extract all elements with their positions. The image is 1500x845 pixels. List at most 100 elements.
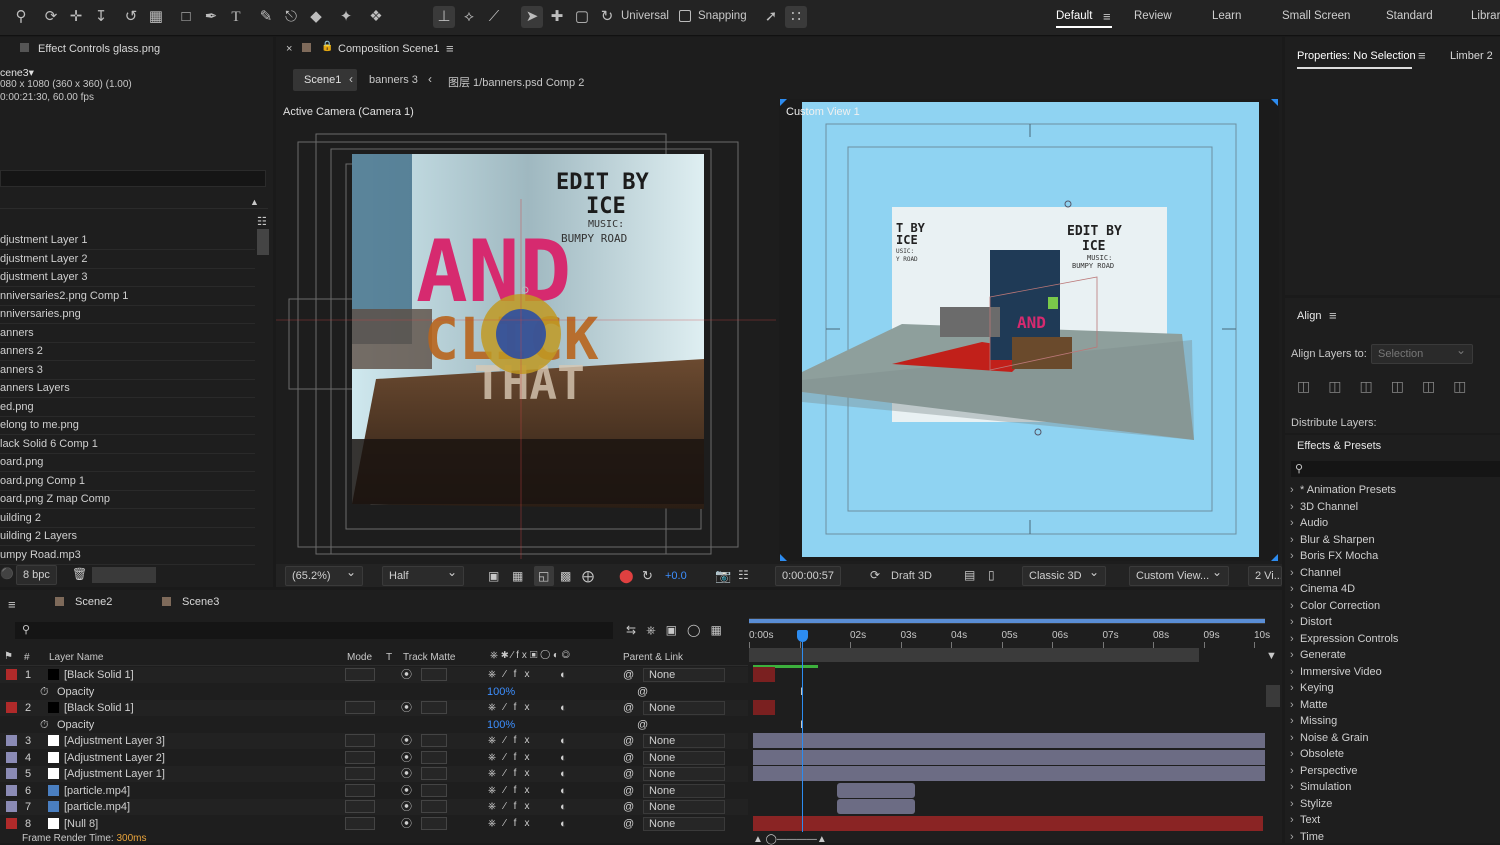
motion-blur-icon[interactable]: ◐ bbox=[560, 766, 567, 782]
pickwhip-icon[interactable]: @ bbox=[623, 783, 634, 799]
tab-scene2[interactable]: Scene2 bbox=[75, 596, 112, 608]
workspace-default[interactable]: Default bbox=[1056, 10, 1092, 22]
track-matte-dropdown[interactable] bbox=[421, 767, 447, 780]
effects-category[interactable]: › Noise & Grain bbox=[1290, 730, 1368, 746]
layer-switches[interactable]: ⎈∕fx bbox=[488, 700, 537, 716]
expression-pickwhip-icon[interactable]: @ bbox=[637, 684, 648, 700]
pickwhip-icon[interactable]: @ bbox=[623, 766, 634, 782]
effects-category[interactable]: › Missing bbox=[1290, 713, 1337, 729]
motion-blur-icon[interactable]: ◐ bbox=[560, 799, 567, 815]
workspace-libraries[interactable]: Librar bbox=[1471, 10, 1500, 22]
reset-exposure-icon[interactable]: ↻ bbox=[642, 568, 653, 584]
stopwatch-icon[interactable]: ⏱ bbox=[40, 717, 49, 733]
workspace-standard[interactable]: Standard bbox=[1386, 10, 1433, 22]
timecode-display[interactable]: 0:00:00:57 bbox=[775, 566, 841, 586]
workspace-learn[interactable]: Learn bbox=[1212, 10, 1241, 22]
project-item[interactable]: uilding 2 bbox=[0, 510, 255, 528]
property-row[interactable]: ⏱ Opacity 100% @ bbox=[0, 684, 748, 700]
limber-tab[interactable]: Limber 2 bbox=[1450, 50, 1493, 62]
track-matte-dropdown[interactable] bbox=[421, 783, 447, 797]
effects-category[interactable]: › Stylize bbox=[1290, 796, 1332, 812]
flowchart-icon[interactable]: ☷ bbox=[257, 215, 267, 228]
label-color-swatch[interactable] bbox=[6, 702, 17, 713]
channel-rgb-icon[interactable]: ⬤ bbox=[619, 568, 634, 584]
align-vcenter-icon[interactable]: ◫ bbox=[1422, 378, 1453, 394]
effects-category[interactable]: › Channel bbox=[1290, 565, 1341, 581]
layer-name[interactable]: [Adjustment Layer 3] bbox=[64, 733, 165, 749]
draft-3d-toggle-icon[interactable]: ⎈ bbox=[646, 623, 666, 637]
effects-category[interactable]: › * Animation Presets bbox=[1290, 482, 1396, 498]
layer-duration-bar[interactable] bbox=[753, 766, 1265, 781]
dolly-tool-icon[interactable]: ↧ bbox=[90, 6, 112, 28]
breadcrumb-scene1[interactable]: Scene1 bbox=[304, 74, 341, 86]
pickwhip-icon[interactable]: @ bbox=[623, 733, 634, 749]
project-item[interactable]: elong to me.png bbox=[0, 417, 255, 435]
align-bottom-icon[interactable]: ◫ bbox=[1453, 378, 1484, 394]
effects-category[interactable]: › Obsolete bbox=[1290, 746, 1344, 762]
world-axis-mode-icon[interactable]: ⟡ bbox=[458, 6, 480, 28]
align-top-icon[interactable]: ◫ bbox=[1391, 378, 1422, 394]
track-matte-dropdown[interactable] bbox=[421, 800, 447, 813]
timeline-zoom-slider[interactable]: ▲ ◯————▲ bbox=[753, 834, 827, 845]
project-item[interactable]: anners 3 bbox=[0, 362, 255, 380]
workspace-small-screen[interactable]: Small Screen bbox=[1282, 10, 1350, 22]
track-matte-icon[interactable]: ⦿ bbox=[401, 783, 412, 799]
layer-name[interactable]: [Black Solid 1] bbox=[64, 667, 134, 683]
layer-duration-bar[interactable] bbox=[837, 782, 915, 798]
breadcrumb-banners3[interactable]: banners 3 bbox=[369, 74, 418, 86]
table-row[interactable]: 3 [Adjustment Layer 3] ⦿ ⎈∕fx ◐ @ None bbox=[0, 733, 748, 749]
close-tab-icon[interactable]: × bbox=[286, 43, 292, 55]
project-item[interactable]: oard.png Z map Comp bbox=[0, 491, 255, 509]
time-ruler[interactable]: 0:00s 02s 03s 04s 05s 06s 07s 08s 09s 10s bbox=[749, 628, 1270, 648]
orbit-tool-icon[interactable]: ⟳ bbox=[40, 6, 62, 28]
label-color-swatch[interactable] bbox=[6, 801, 17, 812]
region-of-interest-icon[interactable]: ▣ bbox=[488, 569, 499, 583]
project-item[interactable]: umpy Road.mp3 bbox=[0, 547, 255, 565]
move-tool-icon[interactable]: ✚ bbox=[546, 6, 568, 28]
align-menu-icon[interactable]: ≡ bbox=[1329, 308, 1337, 323]
parent-dropdown[interactable]: None bbox=[643, 750, 725, 765]
playhead-handle[interactable] bbox=[797, 630, 808, 642]
motion-blur-icon[interactable]: ◐ bbox=[560, 667, 567, 683]
selection-tool-icon[interactable]: ➤ bbox=[521, 6, 543, 28]
layer-duration-bar[interactable] bbox=[753, 733, 1265, 748]
type-tool-icon[interactable]: T bbox=[225, 6, 247, 28]
project-item[interactable]: anners bbox=[0, 325, 255, 343]
effects-category[interactable]: › 3D Channel bbox=[1290, 499, 1358, 515]
table-row[interactable]: 4 [Adjustment Layer 2] ⦿ ⎈∕fx ◐ @ None bbox=[0, 750, 748, 766]
resolution-dropdown[interactable]: Half bbox=[382, 563, 464, 586]
pen-tool-icon[interactable]: ✒ bbox=[200, 6, 222, 28]
project-item[interactable]: djustment Layer 2 bbox=[0, 251, 255, 269]
transparency-grid-icon[interactable]: ▦ bbox=[512, 569, 523, 583]
custom-view-viewer[interactable]: T BY ICE USIC: Y ROAD EDIT BY ICE MUSIC:… bbox=[802, 102, 1259, 557]
effects-category[interactable]: › Blur & Sharpen bbox=[1290, 532, 1375, 548]
project-item[interactable]: nniversaries.png bbox=[0, 306, 255, 324]
3d-ground-plane-icon[interactable]: ▤ bbox=[964, 568, 975, 582]
label-color-swatch[interactable] bbox=[6, 751, 17, 763]
effects-category[interactable]: › Time bbox=[1290, 829, 1324, 845]
track-matte-icon[interactable]: ⦿ bbox=[401, 733, 412, 749]
project-search-input[interactable] bbox=[0, 170, 266, 187]
rotation-tool-icon[interactable]: ↻ bbox=[596, 6, 618, 28]
universal-label[interactable]: Universal bbox=[621, 10, 669, 22]
effects-category[interactable]: › Text bbox=[1290, 812, 1320, 828]
motion-blur-icon[interactable]: ◐ bbox=[560, 816, 567, 832]
snapshot-camera-icon[interactable]: 📷 bbox=[715, 568, 731, 584]
parent-dropdown[interactable]: None bbox=[643, 701, 725, 715]
exposure-value[interactable]: +0.0 bbox=[665, 570, 687, 582]
track-matte-dropdown[interactable] bbox=[421, 668, 447, 681]
project-item[interactable]: nniversaries2.png Comp 1 bbox=[0, 288, 255, 306]
workspace-review[interactable]: Review bbox=[1134, 10, 1172, 22]
effects-category[interactable]: › Simulation bbox=[1290, 779, 1351, 795]
active-camera-viewer[interactable]: EDIT BY ICE MUSIC: BUMPY ROAD AND CLICK … bbox=[276, 129, 776, 559]
project-slider[interactable] bbox=[92, 567, 156, 583]
parent-dropdown[interactable]: None bbox=[643, 767, 725, 781]
work-area-range[interactable] bbox=[749, 619, 1265, 623]
effects-category[interactable]: › Generate bbox=[1290, 647, 1346, 663]
sort-up-icon[interactable]: ▲ bbox=[250, 197, 259, 207]
renderer-dropdown[interactable]: Classic 3D bbox=[1022, 563, 1106, 586]
effects-category[interactable]: › Audio bbox=[1290, 515, 1328, 531]
effects-category[interactable]: › Expression Controls bbox=[1290, 631, 1398, 647]
label-color-swatch[interactable] bbox=[6, 768, 17, 779]
breadcrumb-banners-psd[interactable]: 图层 1/banners.psd Comp 2 bbox=[448, 74, 584, 90]
